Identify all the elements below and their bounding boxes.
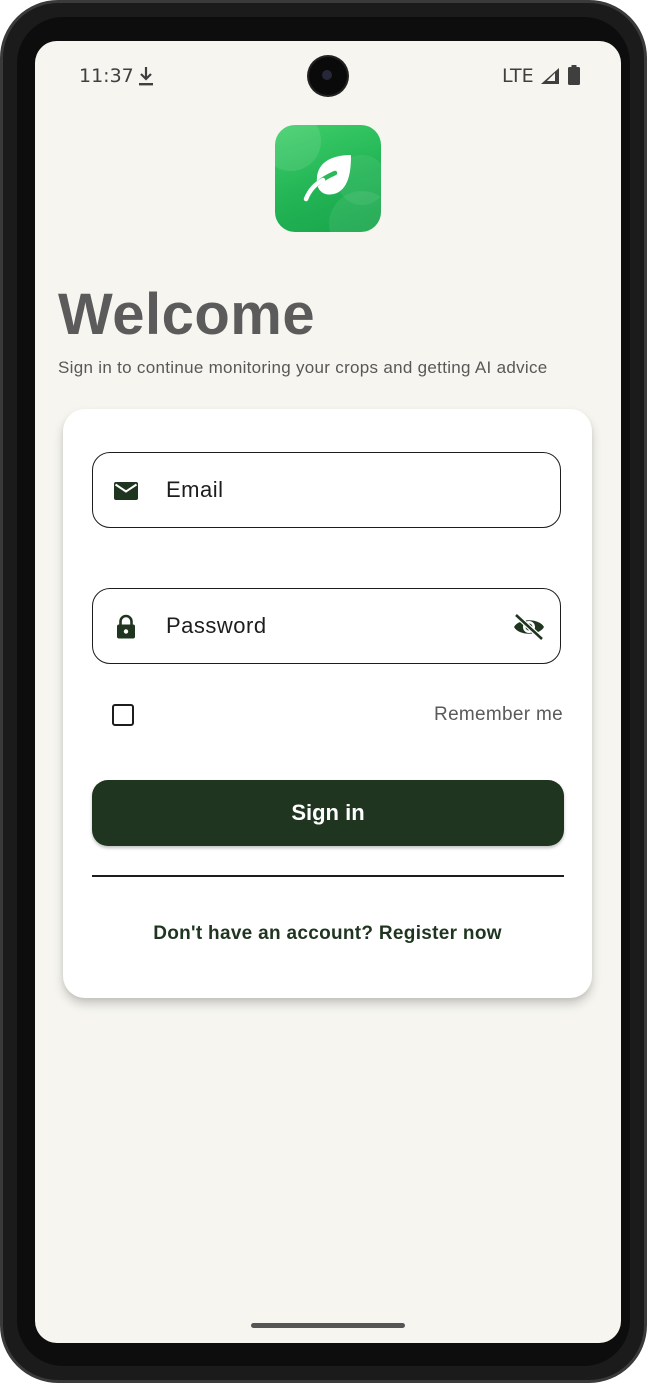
lock-icon (117, 614, 135, 639)
phone-frame: 11:37 LTE Welcome Sign in to continue mo… (0, 0, 647, 1383)
app-screen: 11:37 LTE Welcome Sign in to continue mo… (35, 41, 621, 1343)
download-icon (139, 67, 153, 86)
divider (92, 875, 564, 877)
status-bar: 11:37 LTE (35, 41, 621, 111)
battery-icon (568, 65, 580, 85)
signal-icon (541, 68, 559, 84)
app-logo (275, 125, 381, 232)
email-input[interactable] (166, 467, 486, 513)
register-link[interactable]: Don't have an account? Register now (63, 923, 592, 945)
sign-in-button[interactable]: Sign in (92, 780, 564, 846)
remember-me-checkbox[interactable] (112, 704, 134, 726)
password-input[interactable] (166, 603, 486, 649)
login-card: Remember me Sign in Don't have an accoun… (63, 409, 592, 998)
status-time: 11:37 (79, 65, 134, 87)
email-field[interactable] (92, 452, 561, 528)
front-camera (309, 57, 347, 95)
leaf-icon (303, 155, 351, 202)
page-title: Welcome (58, 282, 316, 347)
network-type: LTE (502, 65, 534, 87)
page-subtitle: Sign in to continue monitoring your crop… (58, 358, 548, 377)
mail-icon (114, 482, 138, 500)
remember-me-label: Remember me (434, 704, 563, 725)
eye-off-icon[interactable] (512, 613, 546, 641)
home-indicator[interactable] (251, 1323, 405, 1328)
password-field[interactable] (92, 588, 561, 664)
